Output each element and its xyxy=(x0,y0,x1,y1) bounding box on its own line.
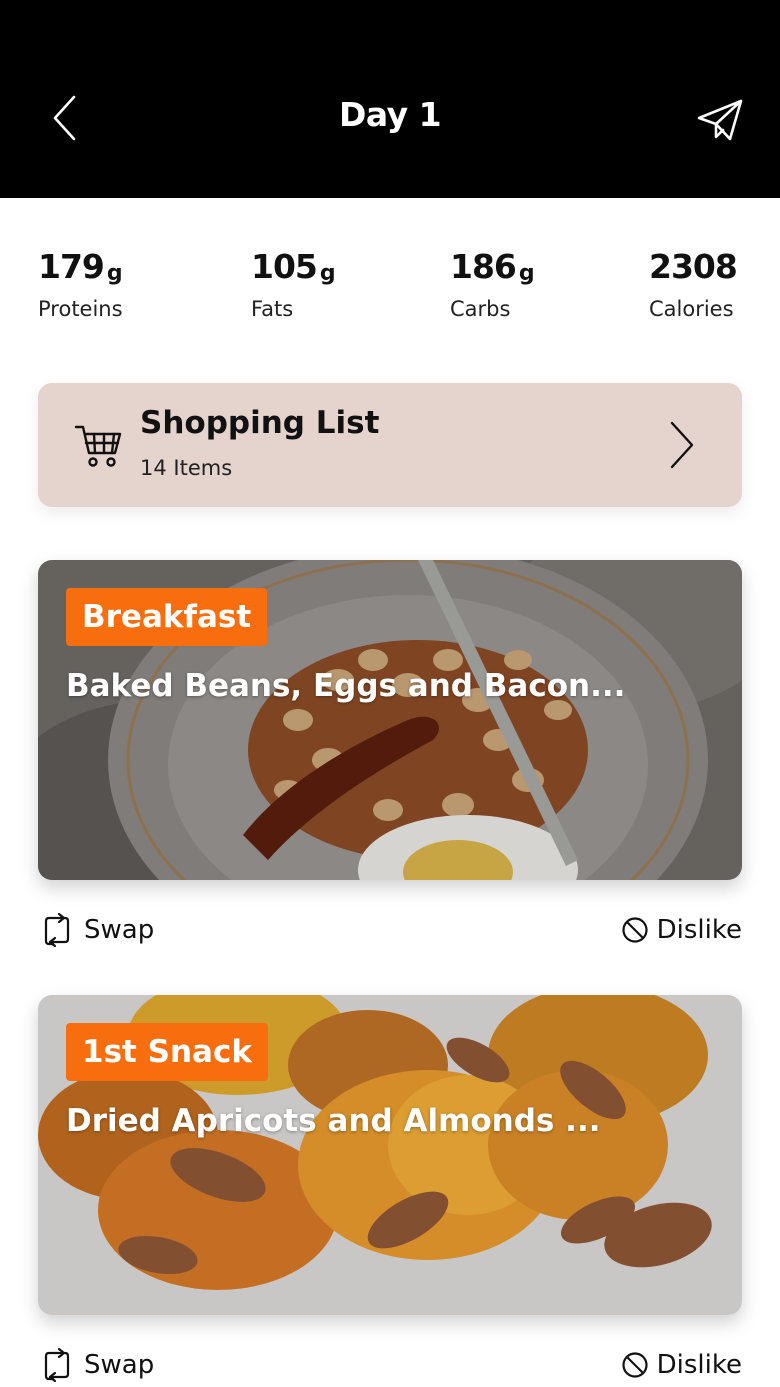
macro-summary: 179 g Proteins 105 g Fats 186 g Carbs 2308 … xyxy=(0,240,780,340)
dislike-label: Dislike xyxy=(656,915,742,945)
share-button[interactable] xyxy=(690,92,750,148)
macro-value: 179 xyxy=(38,247,105,286)
macro-label: Fats xyxy=(251,297,294,321)
macro-fats: 105 g Fats xyxy=(251,240,336,321)
meal-title: Dried Apricots and Almonds ... xyxy=(66,1103,601,1139)
macro-value: 105 xyxy=(251,247,318,286)
shopping-list-count: 14 Items xyxy=(140,456,233,480)
meal-actions-snack: Swap Dislike xyxy=(38,1337,742,1387)
meal-card-snack[interactable]: 1st Snack Dried Apricots and Almonds ... xyxy=(38,995,742,1315)
swap-button[interactable]: Swap xyxy=(42,902,154,958)
meal-type-badge: Breakfast xyxy=(66,588,268,646)
top-bar: Day 1 xyxy=(0,0,780,198)
shopping-list-title: Shopping List xyxy=(140,405,380,441)
macro-label: Carbs xyxy=(450,297,511,321)
meal-card-breakfast[interactable]: Breakfast Baked Beans, Eggs and Bacon... xyxy=(38,560,742,880)
macro-calories: 2308 Calories xyxy=(649,240,740,321)
macro-proteins: 179 g Proteins xyxy=(38,240,123,321)
macro-value: 2308 xyxy=(649,247,738,286)
prohibited-icon xyxy=(622,917,648,943)
swap-icon xyxy=(44,912,70,948)
page-title: Day 1 xyxy=(338,95,442,134)
dislike-button[interactable]: Dislike xyxy=(621,1337,742,1387)
macro-unit: g xyxy=(319,261,336,286)
prohibited-icon xyxy=(622,1352,648,1378)
macro-value: 186 xyxy=(450,247,517,286)
swap-button[interactable]: Swap xyxy=(42,1337,154,1387)
swap-icon xyxy=(44,1347,70,1383)
meal-title: Baked Beans, Eggs and Bacon... xyxy=(66,668,626,704)
macro-label: Calories xyxy=(649,297,734,321)
shopping-cart-icon xyxy=(74,425,122,467)
macro-carbs: 186 g Carbs xyxy=(450,240,535,321)
shopping-list-card[interactable]: Shopping List 14 Items xyxy=(38,383,742,507)
paper-plane-icon xyxy=(697,99,743,141)
macro-unit: g xyxy=(518,261,535,286)
macro-label: Proteins xyxy=(38,297,123,321)
chevron-right-icon xyxy=(670,421,694,469)
meal-actions-breakfast: Swap Dislike xyxy=(38,902,742,958)
dislike-button[interactable]: Dislike xyxy=(621,902,742,958)
swap-label: Swap xyxy=(84,915,155,945)
dislike-label: Dislike xyxy=(656,1350,742,1380)
macro-unit: g xyxy=(106,261,123,286)
meal-type-badge: 1st Snack xyxy=(66,1023,268,1081)
swap-label: Swap xyxy=(84,1350,155,1380)
